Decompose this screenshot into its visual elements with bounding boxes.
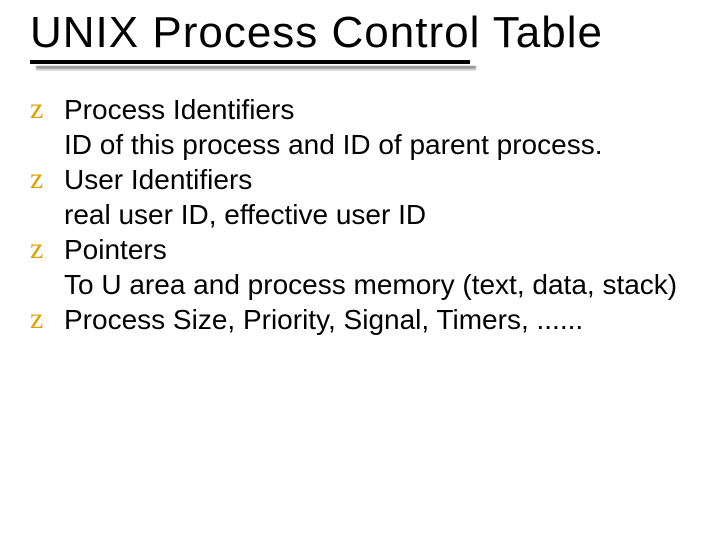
item-desc: ID of this process and ID of parent proc… [64,127,690,162]
list-item: z User Identifiers real user ID, effecti… [30,162,690,232]
item-title: Pointers [64,232,690,267]
item-title: Process Identifiers [64,92,690,127]
slide-body: z Process Identifiers ID of this process… [30,92,690,337]
bullet-icon: z [30,92,43,127]
item-desc: real user ID, effective user ID [64,197,690,232]
slide: UNIX Process Control Table z Process Ide… [0,0,720,540]
bullet-icon: z [30,302,43,337]
item-title: User Identifiers [64,162,690,197]
bullet-icon: z [30,162,43,197]
title-underline [30,60,690,74]
underline-line [30,60,470,64]
item-title: Process Size, Priority, Signal, Timers, … [64,302,690,337]
underline-shadow [36,66,476,71]
list-item: z Pointers To U area and process memory … [30,232,690,302]
item-desc: To U area and process memory (text, data… [64,267,690,302]
list-item: z Process Identifiers ID of this process… [30,92,690,162]
list-item: z Process Size, Priority, Signal, Timers… [30,302,690,337]
slide-title: UNIX Process Control Table [30,10,690,56]
bullet-icon: z [30,232,43,267]
